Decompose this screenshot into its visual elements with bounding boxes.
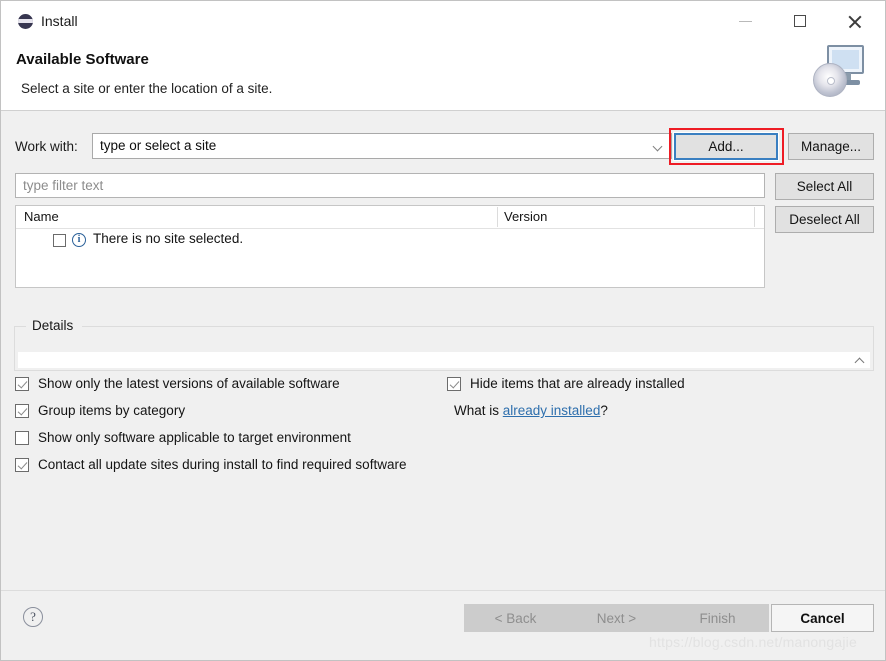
install-dialog: Install Available Software Select a site… (0, 0, 886, 661)
finish-button[interactable]: Finish (666, 604, 769, 632)
work-with-combo[interactable]: type or select a site (92, 133, 672, 159)
checkbox[interactable] (15, 457, 29, 472)
cancel-button[interactable]: Cancel (771, 604, 874, 632)
back-button[interactable]: < Back (464, 604, 567, 632)
option-label: Group items by category (38, 403, 186, 418)
column-header-version[interactable]: Version (504, 209, 547, 224)
close-icon (847, 14, 862, 29)
chevron-down-icon (654, 143, 663, 149)
option-hide-installed[interactable]: Hide items that are already installed (447, 376, 685, 391)
next-button[interactable]: Next > (565, 604, 668, 632)
what-is-suffix: ? (600, 403, 608, 418)
page-title: Available Software (16, 51, 149, 68)
manage-button[interactable]: Manage... (788, 133, 874, 160)
info-icon: i (72, 233, 86, 247)
what-is-text: What is already installed? (454, 403, 608, 418)
option-label: Hide items that are already installed (470, 376, 685, 391)
work-with-label: Work with: (15, 139, 78, 154)
monitor-disc-icon (813, 41, 871, 101)
option-group-by-category[interactable]: Group items by category (15, 403, 185, 418)
row-name: There is no site selected. (93, 231, 244, 246)
option-target-environment[interactable]: Show only software applicable to target … (15, 430, 351, 445)
select-all-button[interactable]: Select All (775, 173, 874, 200)
table-row[interactable]: i There is no site selected. (16, 231, 764, 253)
maximize-icon (794, 15, 806, 27)
checkbox[interactable] (15, 403, 29, 418)
what-is-prefix: What is (454, 403, 503, 418)
title-bar: Install (1, 1, 885, 41)
filter-placeholder: type filter text (23, 178, 104, 193)
dialog-header: Available Software Select a site or ente… (1, 41, 885, 111)
checkbox[interactable] (15, 430, 29, 445)
maximize-button[interactable] (778, 7, 822, 35)
window-title: Install (41, 13, 78, 29)
filter-input[interactable]: type filter text (15, 173, 765, 198)
page-subtitle: Select a site or enter the location of a… (21, 81, 273, 96)
add-button[interactable]: Add... (673, 132, 779, 161)
deselect-all-button[interactable]: Deselect All (775, 206, 874, 233)
checkbox[interactable] (447, 376, 461, 391)
software-table[interactable]: Name Version i There is no site selected… (15, 205, 765, 288)
minimize-button[interactable] (723, 7, 767, 35)
option-label: Show only software applicable to target … (38, 430, 351, 445)
details-field (18, 352, 870, 368)
option-contact-update-sites[interactable]: Contact all update sites during install … (15, 457, 406, 472)
option-latest-versions[interactable]: Show only the latest versions of availab… (15, 376, 340, 391)
already-installed-link[interactable]: already installed (503, 403, 601, 418)
close-button[interactable] (832, 7, 876, 35)
column-header-name[interactable]: Name (24, 209, 59, 224)
option-label: Contact all update sites during install … (38, 457, 407, 472)
row-checkbox[interactable] (53, 234, 66, 247)
option-label: Show only the latest versions of availab… (38, 376, 340, 391)
details-legend: Details (28, 318, 78, 333)
help-button[interactable]: ? (23, 607, 43, 627)
minimize-icon (738, 20, 752, 22)
chevron-up-icon[interactable] (855, 356, 865, 363)
eclipse-icon (18, 14, 33, 29)
work-with-value: type or select a site (100, 138, 217, 153)
table-header: Name Version (16, 206, 764, 229)
checkbox[interactable] (15, 376, 29, 391)
